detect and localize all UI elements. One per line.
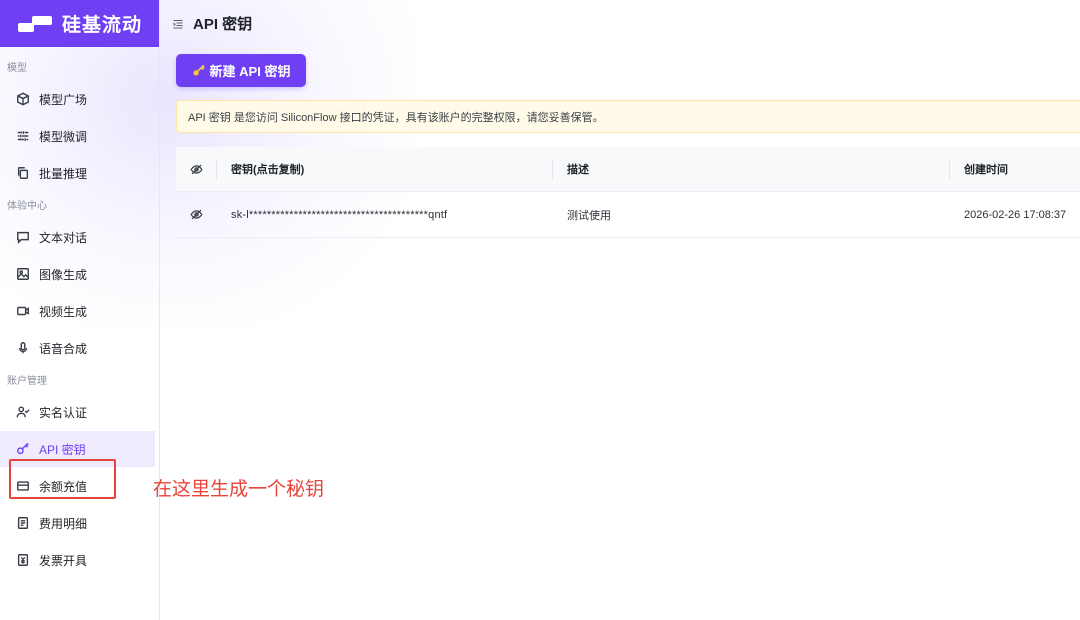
notice-text: API 密钥 是您访问 SiliconFlow 接口的凭证，具有该账户的完整权限… bbox=[188, 111, 604, 124]
image-icon bbox=[17, 268, 29, 280]
sidebar-item-api-keys[interactable]: API 密钥 bbox=[0, 431, 155, 467]
card-icon bbox=[17, 481, 29, 491]
cube-icon bbox=[17, 92, 29, 106]
main-content: API 密钥 新建 API 密钥 API 密钥 是您访问 SiliconFlow… bbox=[160, 0, 1080, 620]
sidebar-item-label: 模型广场 bbox=[39, 92, 88, 107]
table-header: 密钥(点击复制) 描述 创建时间 bbox=[176, 147, 1080, 192]
invoice-icon bbox=[17, 554, 29, 566]
sidebar-item-speech[interactable]: 语音合成 bbox=[0, 330, 159, 366]
sidebar: 硅基流动 模型 模型广场 模型微调 批量推理 体验中心 文本对话 图像生成 视频… bbox=[0, 0, 160, 620]
sidebar-item-label: 批量推理 bbox=[39, 166, 88, 181]
group-label-account: 账户管理 bbox=[7, 376, 47, 387]
brand-logo-icon bbox=[18, 14, 52, 34]
sidebar-item-batch-inference[interactable]: 批量推理 bbox=[0, 155, 159, 191]
page-title: API 密钥 bbox=[193, 16, 253, 33]
sidebar-item-label: 视频生成 bbox=[39, 304, 88, 319]
sliders-icon bbox=[17, 131, 29, 141]
sidebar-item-fine-tune[interactable]: 模型微调 bbox=[0, 118, 159, 154]
annotation-text: 在这里生成一个秘钥 bbox=[153, 478, 325, 500]
collapse-menu-icon[interactable] bbox=[173, 19, 183, 29]
sidebar-item-label: API 密钥 bbox=[39, 442, 86, 457]
brand-name: 硅基流动 bbox=[62, 15, 143, 36]
create-api-key-button[interactable]: 新建 API 密钥 bbox=[176, 54, 306, 87]
create-api-key-label: 新建 API 密钥 bbox=[209, 64, 291, 79]
user-check-icon bbox=[16, 406, 30, 418]
video-icon bbox=[17, 306, 29, 316]
sidebar-item-verification[interactable]: 实名认证 bbox=[0, 394, 159, 430]
table-row: sk-l************************************… bbox=[176, 192, 1080, 238]
api-key-cell[interactable]: sk-l************************************… bbox=[217, 192, 553, 237]
key-icon bbox=[17, 442, 29, 455]
api-keys-table: 密钥(点击复制) 描述 创建时间 sk-l*******************… bbox=[176, 147, 1080, 238]
sidebar-item-recharge[interactable]: 余额充值 bbox=[0, 468, 159, 504]
receipt-icon bbox=[17, 517, 29, 529]
eye-off-icon[interactable] bbox=[190, 163, 203, 176]
header-visibility-cell bbox=[176, 147, 217, 191]
sidebar-item-model-square[interactable]: 模型广场 bbox=[0, 81, 159, 117]
copy-icon bbox=[17, 167, 29, 179]
column-header-description: 描述 bbox=[553, 147, 950, 191]
notice-banner: API 密钥 是您访问 SiliconFlow 接口的凭证，具有该账户的完整权限… bbox=[176, 100, 1080, 133]
group-label-playground: 体验中心 bbox=[7, 201, 47, 212]
sidebar-item-label: 发票开具 bbox=[39, 553, 88, 568]
sidebar-item-text-chat[interactable]: 文本对话 bbox=[0, 219, 159, 255]
sidebar-item-billing[interactable]: 费用明细 bbox=[0, 505, 159, 541]
sidebar-item-video-gen[interactable]: 视频生成 bbox=[0, 293, 159, 329]
sidebar-item-label: 模型微调 bbox=[39, 129, 88, 144]
sidebar-item-invoice[interactable]: 发票开具 bbox=[0, 542, 159, 578]
sidebar-item-image-gen[interactable]: 图像生成 bbox=[0, 256, 159, 292]
brand-header[interactable]: 硅基流动 bbox=[0, 0, 159, 47]
description-cell: 测试使用 bbox=[567, 209, 611, 222]
sidebar-item-label: 费用明细 bbox=[39, 516, 88, 531]
sidebar-item-label: 余额充值 bbox=[39, 479, 88, 494]
api-key-value[interactable]: sk-l************************************… bbox=[231, 209, 447, 221]
group-label-models: 模型 bbox=[7, 63, 27, 74]
chat-icon bbox=[17, 231, 29, 244]
eye-off-icon[interactable] bbox=[190, 208, 203, 221]
sidebar-item-label: 文本对话 bbox=[39, 230, 88, 245]
key-icon bbox=[192, 64, 205, 76]
sidebar-item-label: 语音合成 bbox=[39, 341, 88, 356]
sidebar-item-label: 实名认证 bbox=[39, 405, 88, 420]
sidebar-item-label: 图像生成 bbox=[39, 267, 88, 282]
row-visibility-cell bbox=[176, 192, 217, 237]
mic-icon bbox=[18, 342, 28, 354]
column-header-created: 创建时间 bbox=[964, 164, 1008, 176]
topbar: API 密钥 bbox=[160, 0, 1080, 47]
created-time-cell: 2026-02-26 17:08:37 bbox=[964, 208, 1067, 221]
column-header-key: 密钥(点击复制) bbox=[217, 147, 553, 191]
